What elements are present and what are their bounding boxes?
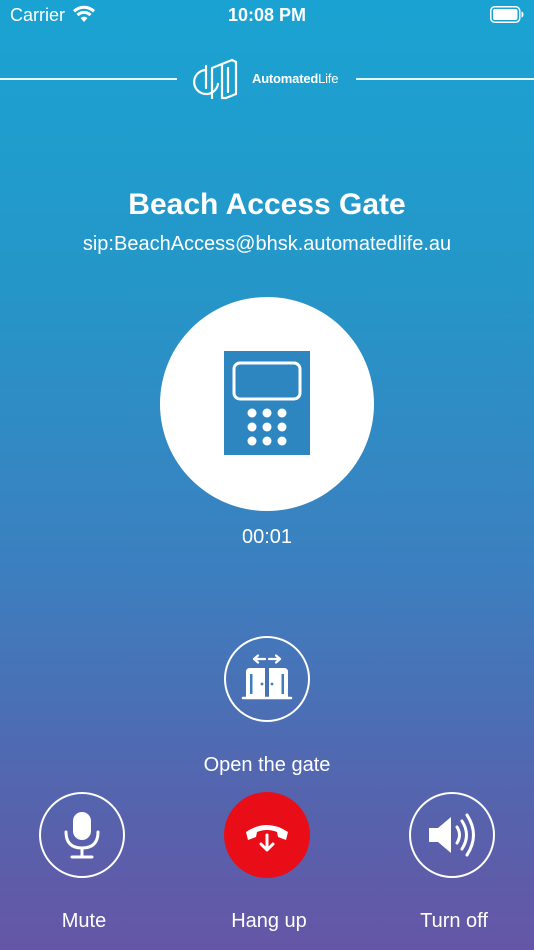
hang-up-button[interactable] [224,792,310,878]
brand-name-bold: Automated [252,71,319,86]
hang-up-label: Hang up [231,910,307,932]
open-gate-button[interactable] [224,636,310,722]
brand-name-light: Life [318,71,339,86]
call-duration: 00:01 [241,526,293,548]
mute-label: Mute [61,910,107,932]
speaker-volume-icon [429,813,475,857]
brand-header: AutomatedLife [0,56,534,102]
gate-open-icon [241,654,293,700]
battery-full-icon [490,6,524,23]
mute-button[interactable] [39,792,125,878]
open-gate-label: Open the gate [203,754,331,776]
microphone-icon [64,812,100,859]
automatedlife-logo-icon [193,58,238,100]
status-bar: Carrier 10:08 PM [0,0,534,32]
intercom-keypad-icon [224,351,310,455]
caller-sip-address: sip:BeachAccess@bhsk.automatedlife.au [82,233,452,255]
speaker-button[interactable] [409,792,495,878]
brand-divider-left [0,78,177,80]
caller-name: Beach Access Gate [128,188,406,221]
status-time: 10:08 PM [227,5,307,25]
speaker-label: Turn off [420,910,488,932]
brand-name: AutomatedLife [252,71,338,86]
caller-avatar [160,297,374,511]
hang-up-icon [246,825,288,852]
brand-divider-right [356,78,534,80]
